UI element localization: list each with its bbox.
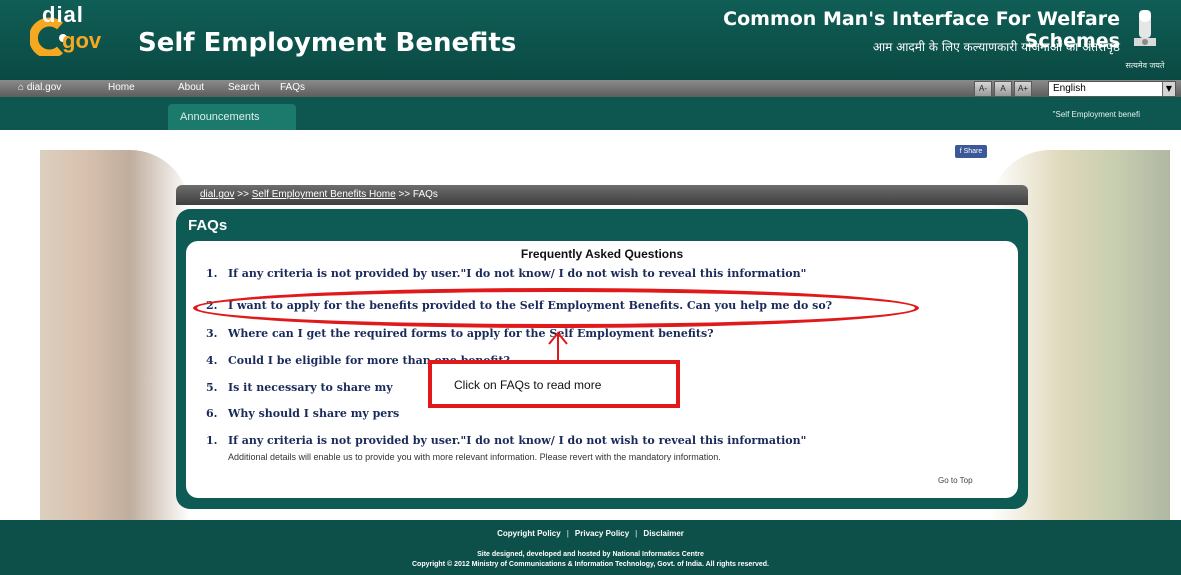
nav-search-link[interactable]: Search	[228, 82, 260, 93]
emblem-caption: सत्यमेव जयते	[1125, 61, 1165, 70]
disclaimer-link[interactable]: Disclaimer	[643, 529, 683, 538]
faq-question-item[interactable]: 6. Why should I share my pers	[206, 407, 399, 420]
language-select[interactable]: English ▼	[1048, 81, 1176, 97]
breadcrumb-home-link[interactable]: Self Employment Benefits Home	[252, 189, 396, 200]
faq-question-item[interactable]: 5. Is it necessary to share my	[206, 381, 393, 394]
callout-text: Click on FAQs to read more	[454, 378, 602, 392]
nav-about-link[interactable]: About	[178, 82, 204, 93]
site-title: Self Employment Benefits	[138, 28, 517, 58]
announcement-marquee[interactable]: "Self Employment benefi	[880, 110, 1140, 119]
footer-links: Copyright Policy | Privacy Policy | Disclaim…	[0, 529, 1181, 538]
faq-answer-note: Additional details will enable us to pro…	[228, 452, 721, 462]
tab-announcements[interactable]: Announcements	[168, 104, 296, 130]
instruction-callout: Click on FAQs to read more	[428, 360, 680, 408]
national-emblem-icon	[1134, 10, 1156, 46]
background-photo-left	[40, 150, 190, 520]
font-increase-button[interactable]: A+	[1014, 81, 1032, 97]
footer-copyright: Copyright © 2012 Ministry of Communicati…	[411, 561, 769, 568]
nav-home-link[interactable]: Home	[108, 82, 135, 93]
breadcrumb-separator: >>	[234, 189, 252, 200]
top-navbar: ⌂ dial.gov Home About Search FAQs A- A A…	[0, 80, 1181, 97]
breadcrumb-dialgov-link[interactable]: dial.gov	[200, 189, 234, 200]
faq-question-item[interactable]: 1. If any criteria is not provided by use…	[206, 267, 806, 280]
go-to-top-link[interactable]: Go to Top	[938, 476, 973, 485]
language-value: English	[1053, 83, 1086, 94]
breadcrumb: dial.gov >> Self Employment Benefits Hom…	[176, 185, 1028, 205]
footer-credit: Site designed, developed and hosted by N…	[477, 551, 704, 558]
footer-separator: |	[566, 529, 569, 538]
nav-faqs-link[interactable]: FAQs	[280, 82, 305, 93]
site-footer: Copyright Policy | Privacy Policy | Disclaim…	[0, 520, 1181, 575]
breadcrumb-separator: >>	[395, 189, 413, 200]
font-decrease-button[interactable]: A-	[974, 81, 992, 97]
faq-panel: FAQs Frequently Asked Questions 1. If any…	[176, 209, 1028, 509]
facebook-share-button[interactable]: f Share	[955, 145, 987, 158]
home-icon: ⌂	[18, 82, 27, 93]
highlight-oval	[193, 288, 919, 328]
copyright-policy-link[interactable]: Copyright Policy	[497, 529, 561, 538]
font-normal-button[interactable]: A	[994, 81, 1012, 97]
faq-question-item[interactable]: 3. Where can I get the required forms to …	[206, 327, 714, 340]
breadcrumb-current: FAQs	[412, 189, 438, 200]
chevron-down-icon: ▼	[1162, 82, 1175, 96]
faq-heading: FAQs	[188, 217, 228, 234]
faq-title: Frequently Asked Questions	[520, 247, 684, 261]
site-header: dial gov Self Employment Benefits Common…	[0, 0, 1181, 80]
privacy-policy-link[interactable]: Privacy Policy	[575, 529, 629, 538]
logo-gov-text: gov	[62, 28, 102, 53]
faq-question-item[interactable]: 1. If any criteria is not provided by use…	[206, 434, 806, 447]
nav-dialgov-link[interactable]: ⌂ dial.gov	[18, 82, 61, 93]
footer-separator: |	[635, 529, 638, 538]
logo-dial-text: dial	[42, 2, 84, 27]
site-tagline-hindi: आम आदमी के लिए कल्याणकारी योजनाओं का अंत…	[872, 40, 1120, 54]
